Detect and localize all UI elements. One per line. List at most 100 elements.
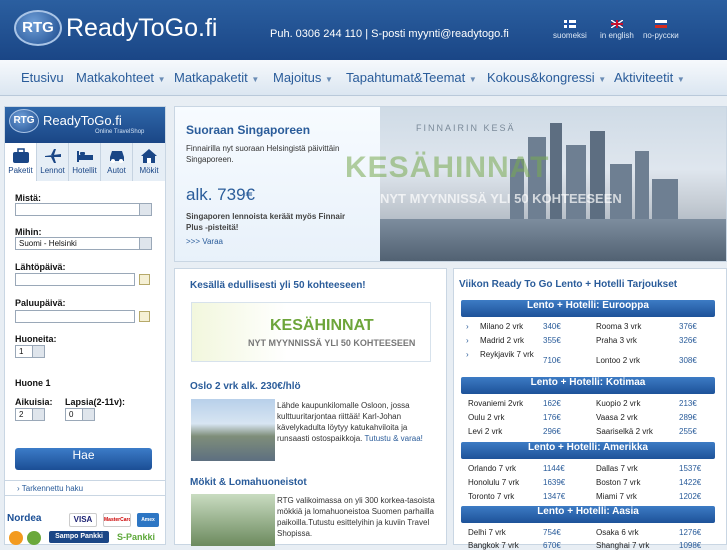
chevron-down-icon: ▼ <box>325 75 333 84</box>
bank-logo-icon <box>9 531 23 545</box>
lang-label: suomeksi <box>553 31 587 40</box>
nav-aktiviteetit[interactable]: Aktiviteetit ▼ <box>614 70 685 85</box>
chevron-down-icon: ▼ <box>676 75 685 84</box>
room1-label: Huone 1 <box>15 378 51 388</box>
kesahinnat-ad[interactable]: KESÄHINNAT NYT MYYNNISSÄ YLI 50 KOHTEESE… <box>191 302 431 362</box>
uk-flag-icon <box>610 20 623 28</box>
lang-finnish[interactable]: suomeksi <box>553 20 587 40</box>
cottage-photo[interactable] <box>191 494 275 546</box>
logo-badge[interactable]: RTG <box>14 10 62 46</box>
singapore-skyline-image: FINNAIRIN KESÄ KESÄHINNAT NYT MYYNNISSÄ … <box>345 107 726 261</box>
chevron-down-icon: ▼ <box>598 75 607 84</box>
lang-label: in english <box>600 31 634 40</box>
visa-logo: VISA <box>69 513 97 527</box>
nav-tapahtumat[interactable]: Tapahtumat&Teemat ▼ <box>346 70 477 85</box>
to-select[interactable]: Suomi - Helsinki <box>15 237 152 250</box>
dropdown-button[interactable] <box>139 204 151 215</box>
section-heading[interactable]: Kesällä edullisesti yli 50 kohteeseen! <box>190 280 366 291</box>
bed-icon <box>76 151 93 162</box>
ad-subtitle: NYT MYYNNISSÄ YLI 50 KOHTEESEEN <box>248 338 416 348</box>
overlay-label: FINNAIRIN KESÄ <box>416 123 516 133</box>
rooms-select[interactable]: 1 <box>15 345 45 358</box>
section-header-amerikka[interactable]: Lento + Hotelli: Amerikka <box>461 442 715 459</box>
section-header-europe[interactable]: Lento + Hotelli: Eurooppa <box>461 300 715 317</box>
overlay-subtitle: NYT MYYNNISSÄ YLI 50 KOHTEESEEN <box>380 191 622 206</box>
advanced-search-link[interactable]: › Tarkennettu haku <box>5 480 165 496</box>
banner-text: Finnairilla nyt suoraan Helsingistä päiv… <box>186 144 340 164</box>
ad-title: KESÄHINNAT <box>270 317 374 334</box>
section-header-kotimaa[interactable]: Lento + Hotelli: Kotimaa <box>461 377 715 394</box>
nordea-logo: Nordea <box>7 513 42 524</box>
to-label: Mihin: <box>15 227 42 237</box>
oslo-photo[interactable] <box>191 399 275 461</box>
nav-etusivu[interactable]: Etusivu <box>21 70 64 85</box>
overlay-title: KESÄHINNAT <box>345 151 550 184</box>
tab-mokit[interactable]: Mökit <box>133 143 165 181</box>
site-header: RTG ReadyToGo.fi Puh. 0306 244 110 | S-p… <box>0 0 727 60</box>
return-label: Paluupäivä: <box>15 298 66 308</box>
russia-flag-icon <box>654 20 667 28</box>
calendar-icon[interactable] <box>139 311 150 322</box>
logo-badge: RTG <box>9 109 39 133</box>
tab-paketit[interactable]: Paketit <box>5 143 37 181</box>
cottage-icon <box>141 149 157 163</box>
offers-column: Kesällä edullisesti yli 50 kohteeseen! K… <box>174 268 447 546</box>
tab-lennot[interactable]: Lennot <box>37 143 69 181</box>
banner-title: Suoraan Singaporeen <box>186 123 311 137</box>
s-pankki-logo: S-Pankki <box>117 532 156 542</box>
nav-majoitus[interactable]: Majoitus ▼ <box>273 70 333 85</box>
calendar-icon[interactable] <box>139 274 150 285</box>
banner-note: Singaporen lennoista keräät myös Finnair… <box>186 212 346 232</box>
depart-label: Lähtöpäivä: <box>15 262 66 272</box>
sampo-logo: Sampo Pankki <box>49 531 109 543</box>
chevron-down-icon: ▼ <box>157 75 166 84</box>
depart-date-input[interactable] <box>15 273 135 286</box>
finland-flag-icon <box>563 20 576 28</box>
amex-logo: Amex <box>137 513 159 527</box>
section-header-aasia[interactable]: Lento + Hotelli: Aasia <box>461 506 715 523</box>
deals-column: Viikon Ready To Go Lento + Hotelli Tarjo… <box>453 268 727 550</box>
logo-text: ReadyToGo.fi <box>43 113 122 128</box>
return-date-input[interactable] <box>15 310 135 323</box>
deal-row[interactable]: › Reykjavik 7 vrk 710€ Lontoo 2 vrk 308€ <box>461 350 715 370</box>
from-select[interactable] <box>15 203 152 216</box>
section-heading[interactable]: Mökit & Lomahuoneistot <box>190 477 307 488</box>
arrow-icon: › <box>466 350 469 359</box>
nav-kokous[interactable]: Kokous&kongressi ▼ <box>487 70 606 85</box>
tab-hotellit[interactable]: Hotellit <box>69 143 101 181</box>
bank-logo-icon <box>27 531 41 545</box>
chevron-right-icon: › <box>17 484 20 493</box>
search-button[interactable]: Hae <box>15 448 152 470</box>
dropdown-button[interactable] <box>139 238 151 249</box>
logo-text[interactable]: ReadyToGo.fi <box>66 14 217 43</box>
logo-subtitle: Online TravelShop <box>95 129 145 135</box>
banner-book-link[interactable]: >>> Varaa <box>186 237 223 246</box>
search-panel: RTG ReadyToGo.fi Online TravelShop Paket… <box>4 106 166 545</box>
nav-matkapaketit[interactable]: Matkapaketit ▼ <box>174 70 259 85</box>
main-nav: Etusivu Matkakohteet ▼ Matkapaketit ▼ Ma… <box>0 60 727 96</box>
suitcase-icon <box>12 148 29 163</box>
oslo-link[interactable]: Tutustu & varaa! <box>364 434 422 443</box>
lang-english[interactable]: in english <box>600 20 634 40</box>
adults-select[interactable]: 2 <box>15 408 45 421</box>
car-icon <box>109 151 124 163</box>
section-heading[interactable]: Oslo 2 vrk alk. 230€/hlö <box>190 381 301 392</box>
children-select[interactable]: 0 <box>65 408 95 421</box>
airplane-icon <box>44 149 61 163</box>
adults-label: Aikuisia: <box>15 397 53 407</box>
contact-info: Puh. 0306 244 110 | S-posti myynti@ready… <box>270 28 509 40</box>
oslo-text: Lähde kaupunkilomalle Osloon, jossa kult… <box>277 401 423 443</box>
nav-matkakohteet[interactable]: Matkakohteet ▼ <box>76 70 166 85</box>
rooms-label: Huoneita: <box>15 334 57 344</box>
promo-banner[interactable]: FINNAIRIN KESÄ KESÄHINNAT NYT MYYNNISSÄ … <box>174 106 727 262</box>
tab-autot[interactable]: Autot <box>101 143 133 181</box>
arrow-icon: › <box>466 322 469 331</box>
dropdown-button[interactable] <box>32 409 44 420</box>
arrow-icon: › <box>466 336 469 345</box>
lang-russian[interactable]: по-русски <box>643 20 679 40</box>
dropdown-button[interactable] <box>32 346 44 357</box>
payment-logos: Nordea VISA MasterCard Amex Sampo Pankki… <box>5 511 165 546</box>
from-label: Mistä: <box>15 193 42 203</box>
children-label: Lapsia(2-11v): <box>65 397 126 407</box>
dropdown-button[interactable] <box>82 409 94 420</box>
